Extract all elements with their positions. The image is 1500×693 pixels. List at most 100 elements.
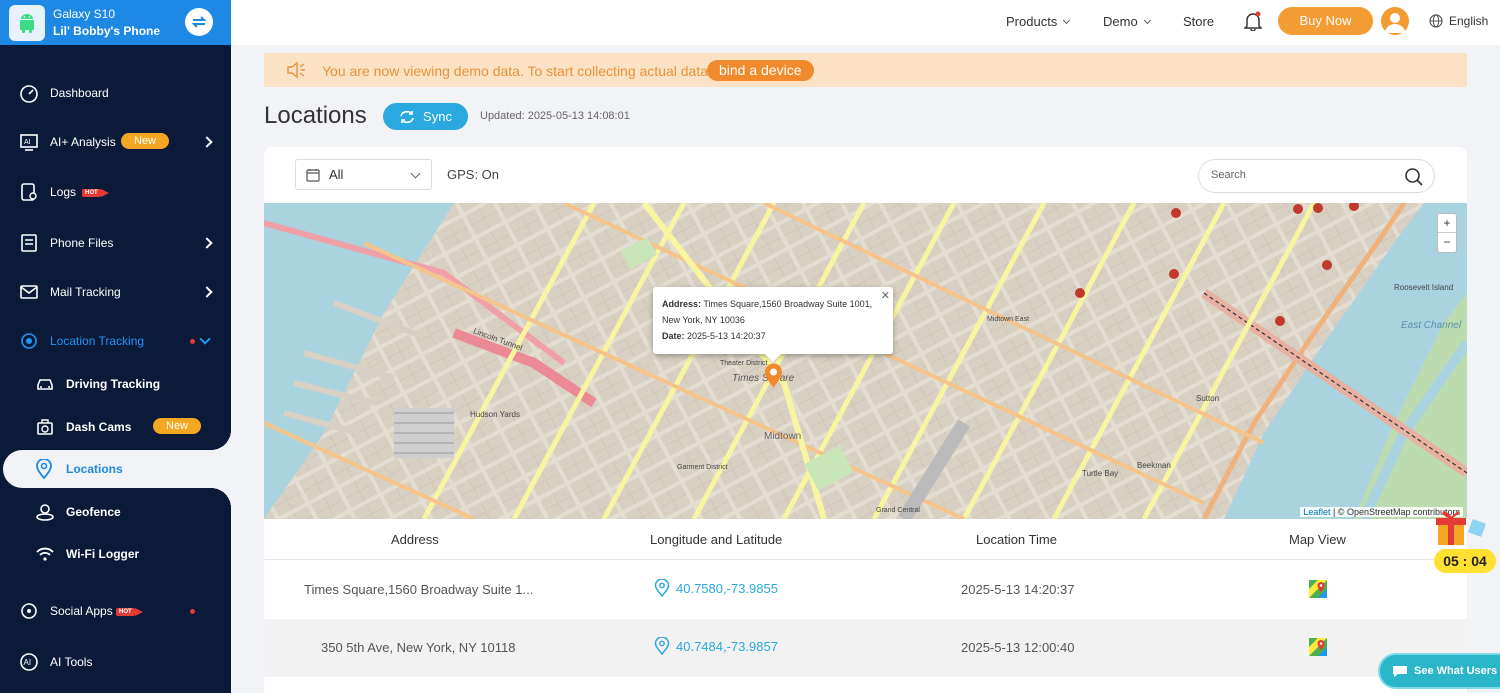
locations-card: All GPS: On Search Times Square Midtown … [264, 147, 1467, 693]
bind-device-button[interactable]: bind a device [707, 60, 814, 81]
sidebar-item-wifi-logger[interactable]: Wi-Fi Logger [0, 534, 231, 574]
coordinates-value: 40.7580,-73.9855 [676, 580, 778, 596]
sidebar-item-label: Phone Files [50, 236, 114, 250]
row-time: 2025-5-13 12:00:40 [961, 640, 1075, 655]
chevron-down-icon [410, 168, 421, 179]
sidebar: Galaxy S10 Lil' Bobby's Phone Dashboard … [0, 0, 231, 693]
location-pin-icon [35, 458, 53, 484]
search-input[interactable] [1211, 169, 1391, 181]
map-label: Midtown East [987, 316, 1030, 323]
location-tracking-icon [19, 331, 39, 351]
map-label: Turtle Bay [1082, 469, 1119, 478]
column-header-address: Address [391, 532, 439, 547]
sidebar-item-phone-files[interactable]: Phone Files [0, 223, 231, 263]
sync-button[interactable]: Sync [383, 103, 468, 130]
zoom-in-button[interactable]: + [1438, 214, 1456, 233]
chevron-down-icon [199, 333, 211, 345]
language-selector[interactable]: English [1429, 14, 1488, 28]
sidebar-item-driving-tracking[interactable]: Driving Tracking [0, 364, 231, 404]
device-header[interactable]: Galaxy S10 Lil' Bobby's Phone [0, 0, 231, 45]
promo-timer: 05 : 04 [1434, 549, 1496, 573]
map-label: Midtown [764, 431, 802, 442]
sync-icon [400, 110, 414, 123]
dashboard-icon [19, 83, 39, 103]
row-coordinates[interactable]: 40.7580,-73.9855 [654, 579, 778, 597]
new-badge: New [121, 133, 170, 149]
hot-badge: HOT [116, 608, 143, 616]
date-range-select[interactable]: All [295, 159, 432, 190]
zoom-out-button[interactable]: − [1438, 233, 1456, 252]
page-title: Locations [264, 102, 367, 129]
map-label: Roosevelt Island [1394, 283, 1454, 292]
reviews-chat-button[interactable]: See What Users Sa [1378, 653, 1500, 689]
geofence-icon [35, 502, 55, 522]
dash-cam-icon [35, 417, 55, 437]
sidebar-item-locations[interactable]: Locations [3, 430, 231, 508]
column-header-map-view: Map View [1289, 532, 1346, 547]
popup-date-value: 2025-5-13 14:20:37 [687, 331, 766, 341]
search-icon[interactable] [1404, 167, 1424, 192]
device-info: Galaxy S10 Lil' Bobby's Phone [53, 6, 160, 40]
store-link[interactable]: Store [1183, 14, 1214, 29]
gift-icon[interactable] [1430, 505, 1492, 554]
chevron-right-icon [201, 237, 213, 249]
map-label: Garment District [677, 464, 728, 471]
google-maps-icon[interactable] [1308, 579, 1328, 602]
ai-analysis-icon: AI [19, 132, 39, 152]
demo-menu[interactable]: Demo [1103, 14, 1151, 29]
sidebar-item-geofence[interactable]: Geofence [0, 492, 231, 532]
date-range-value: All [329, 167, 344, 182]
device-owner: Lil' Bobby's Phone [53, 23, 161, 38]
coordinates-value: 40.7484,-73.9857 [676, 638, 778, 654]
zoom-control: + − [1437, 213, 1457, 253]
notification-dot [190, 339, 195, 344]
sidebar-item-dash-cams[interactable]: Dash Cams New [0, 407, 231, 447]
location-pin-icon [654, 637, 670, 655]
table-row: Times Square,1560 Broadway Suite 1... 40… [264, 561, 1467, 619]
svg-text:AI: AI [24, 658, 32, 667]
sidebar-item-social-apps[interactable]: Social Apps HOT [0, 591, 231, 631]
svg-text:AI: AI [24, 139, 31, 146]
search-box[interactable] [1198, 159, 1435, 193]
row-address: Times Square,1560 Broadway Suite 1... [304, 582, 534, 597]
buy-now-button[interactable]: Buy Now [1278, 7, 1373, 35]
row-coordinates[interactable]: 40.7484,-73.9857 [654, 637, 778, 655]
gps-status: GPS: On [447, 167, 500, 182]
demo-banner: You are now viewing demo data. To start … [264, 53, 1467, 87]
google-maps-icon[interactable] [1308, 637, 1328, 660]
sync-label: Sync [423, 109, 452, 124]
wifi-icon [35, 544, 55, 564]
sidebar-item-label: Social Apps [50, 604, 113, 618]
location-popup: ✕ Address: Times Square,1560 Broadway Su… [653, 287, 893, 362]
mail-icon [19, 282, 39, 302]
sidebar-item-ai-tools[interactable]: AI AI Tools [0, 642, 231, 682]
map-tiles [264, 203, 1467, 519]
switch-device-icon[interactable] [185, 8, 213, 36]
sidebar-item-dashboard[interactable]: Dashboard [0, 73, 231, 113]
language-label: English [1449, 14, 1489, 28]
demo-label: Demo [1103, 14, 1138, 29]
sidebar-item-label: Geofence [66, 505, 121, 519]
android-icon [9, 4, 45, 41]
chat-button-label: See What Users Sa [1414, 665, 1500, 677]
phone-files-icon [19, 233, 39, 253]
products-menu[interactable]: Products [1006, 14, 1071, 29]
column-header-coordinates: Longitude and Latitude [650, 532, 783, 547]
avatar[interactable] [1381, 7, 1409, 35]
leaflet-link[interactable]: Leaflet [1303, 507, 1330, 517]
sidebar-item-label: Dash Cams [66, 420, 132, 434]
sidebar-item-label: Locations [66, 462, 123, 476]
sidebar-item-ai-analysis[interactable]: AI AI+ Analysis New [0, 122, 231, 162]
bell-icon[interactable] [1243, 11, 1263, 36]
table-row: 350 5th Ave, New York, NY 10118 40.7484,… [264, 619, 1467, 677]
products-label: Products [1006, 14, 1058, 29]
map-view[interactable]: Times Square Midtown Hudson Yards Lincol… [264, 203, 1467, 519]
map-marker-icon[interactable] [764, 363, 783, 394]
sidebar-item-mail-tracking[interactable]: Mail Tracking [0, 272, 231, 312]
device-name: Galaxy S10 [53, 6, 116, 21]
close-icon[interactable]: ✕ [881, 288, 890, 304]
map-label: Hudson Yards [470, 410, 520, 419]
sidebar-item-location-tracking[interactable]: Location Tracking [0, 321, 231, 361]
sidebar-item-logs[interactable]: Logs HOT [0, 172, 231, 212]
hot-badge: HOT [82, 189, 109, 197]
